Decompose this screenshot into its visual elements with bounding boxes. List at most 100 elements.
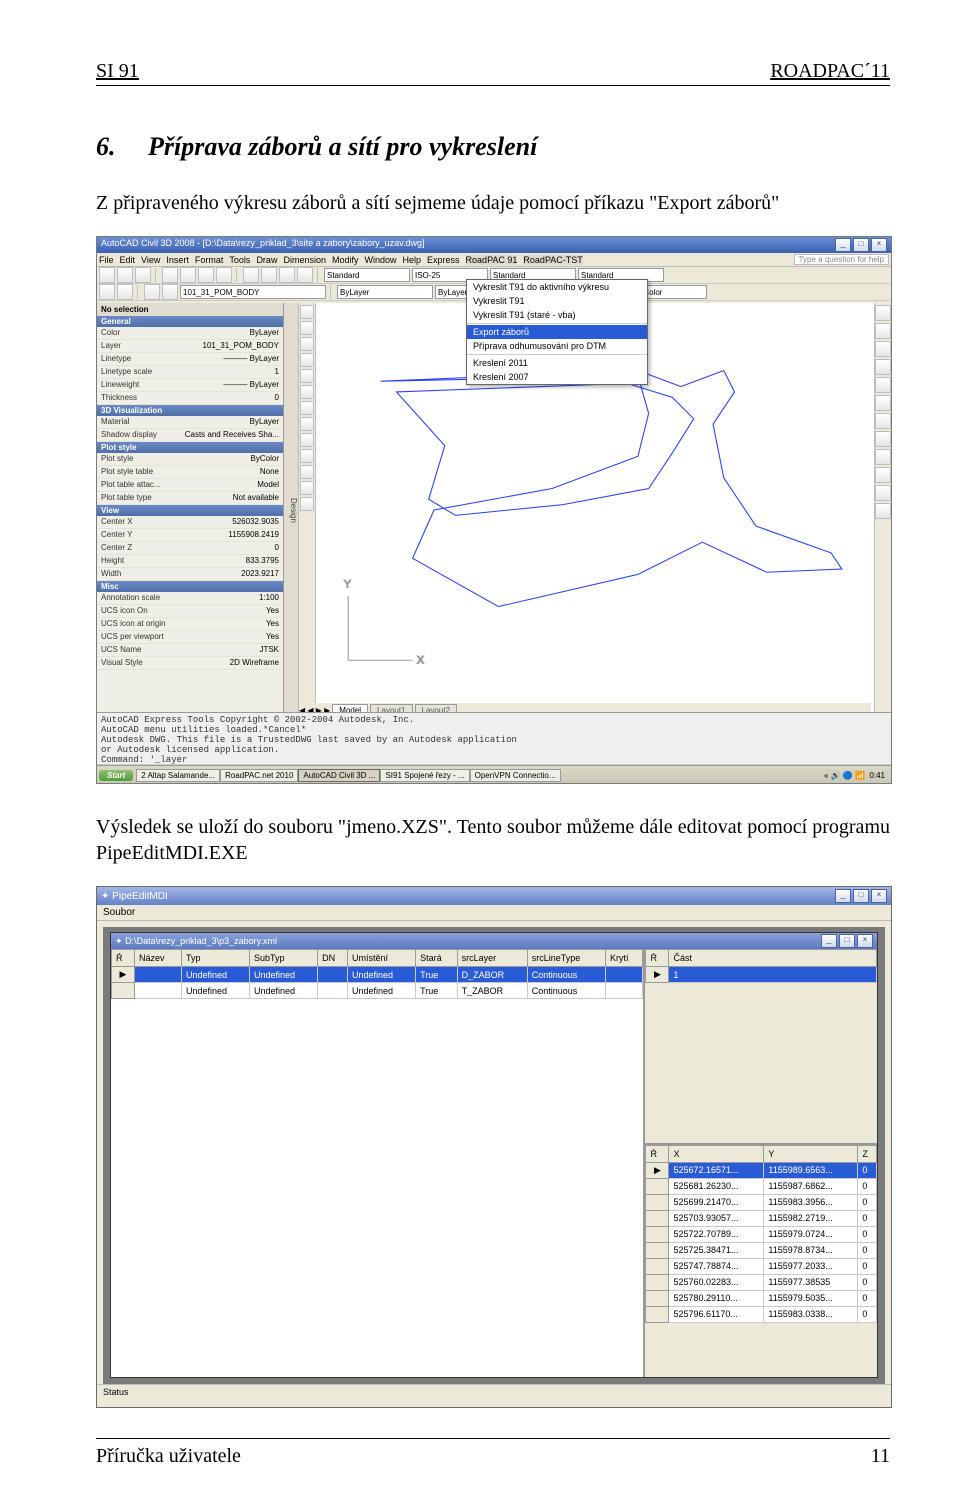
menu-view[interactable]: View: [141, 255, 160, 265]
palette-row[interactable]: Linetype——— ByLayer: [97, 353, 283, 366]
grid-cell[interactable]: Continuous: [527, 983, 605, 999]
grid-cell[interactable]: 1155979.5035...: [764, 1290, 858, 1306]
column-header[interactable]: srcLayer: [457, 950, 527, 967]
grid-cell[interactable]: Undefined: [181, 967, 249, 983]
toolbar-button[interactable]: [117, 284, 133, 300]
grid-cell[interactable]: D_ZABOR: [457, 967, 527, 983]
toolbar-button[interactable]: [162, 284, 178, 300]
toolbar-button[interactable]: [99, 284, 115, 300]
palette-row[interactable]: Visual Style2D Wireframe: [97, 657, 283, 670]
menu-item[interactable]: Export záborů: [467, 325, 647, 339]
grid-cell[interactable]: 525672.16571...: [669, 1162, 764, 1178]
row-handle[interactable]: [646, 1306, 669, 1322]
grid-cell[interactable]: 525780.29110...: [669, 1290, 764, 1306]
toolbar-button[interactable]: [162, 267, 178, 283]
menu-item[interactable]: Příprava odhumusování pro DTM: [467, 339, 647, 353]
column-header[interactable]: Y: [764, 1145, 858, 1162]
grid-cell[interactable]: 525760.02283...: [669, 1274, 764, 1290]
grid-cell[interactable]: 1155989.6563...: [764, 1162, 858, 1178]
menu-dimension[interactable]: Dimension: [283, 255, 326, 265]
palette-row[interactable]: UCS icon at originYes: [97, 618, 283, 631]
grid-parts[interactable]: ŔČást▶1: [645, 949, 877, 1145]
grid-cell[interactable]: Undefined: [348, 967, 416, 983]
grid-cell[interactable]: 0: [858, 1258, 877, 1274]
style-combo[interactable]: Standard: [324, 268, 410, 282]
grid-cell[interactable]: [318, 967, 348, 983]
row-handle[interactable]: [646, 1290, 669, 1306]
menu-item[interactable]: Vykreslit T91: [467, 294, 647, 308]
palette-row[interactable]: Shadow displayCasts and Receives Sha...: [97, 429, 283, 442]
grid-cell[interactable]: 0: [858, 1274, 877, 1290]
layer-combo[interactable]: 101_31_POM_BODY: [180, 285, 326, 299]
toolbar-button[interactable]: [180, 267, 196, 283]
grid-cell[interactable]: [135, 967, 182, 983]
palette-row[interactable]: Linetype scale1: [97, 366, 283, 379]
menu-item[interactable]: Kreslení 2011: [467, 356, 647, 370]
grid-cell[interactable]: 525722.70789...: [669, 1226, 764, 1242]
grid-cell[interactable]: 1155978.8734...: [764, 1242, 858, 1258]
grid-cell[interactable]: 1155987.6862...: [764, 1178, 858, 1194]
palette-row[interactable]: Layer101_31_POM_BODY: [97, 340, 283, 353]
grid-main[interactable]: ŔNázevTypSubTypDNUmístěníStarásrcLayersr…: [111, 949, 645, 1377]
row-handle[interactable]: ▶: [646, 1162, 669, 1178]
explode-icon[interactable]: [875, 503, 891, 519]
palette-section-header[interactable]: 3D Visualization: [97, 405, 283, 416]
windows-taskbar[interactable]: Start 2 Altap Salamande...RoadPAC.net 20…: [97, 765, 891, 784]
grid-cell[interactable]: 1155983.0338...: [764, 1306, 858, 1322]
toolbar-button[interactable]: [297, 267, 313, 283]
block-icon[interactable]: [300, 433, 314, 447]
palette-row[interactable]: Center Z0: [97, 542, 283, 555]
menu-item[interactable]: Vykreslit T91 do aktivního výkresu: [467, 280, 647, 294]
grid-cell[interactable]: 0: [858, 1242, 877, 1258]
row-handle[interactable]: [112, 983, 135, 999]
toolbar-button[interactable]: [279, 267, 295, 283]
menu-bar[interactable]: Soubor: [97, 905, 891, 921]
menu-modify[interactable]: Modify: [332, 255, 359, 265]
palette-row[interactable]: Plot style tableNone: [97, 466, 283, 479]
table-icon[interactable]: [300, 449, 314, 463]
draw-toolbar[interactable]: [299, 303, 316, 717]
column-header[interactable]: X: [669, 1145, 764, 1162]
line-icon[interactable]: [300, 305, 314, 319]
grid-cell[interactable]: [605, 967, 643, 983]
properties-palette[interactable]: No selection GeneralColorByLayerLayer101…: [97, 303, 284, 717]
toolbar-button[interactable]: [216, 267, 232, 283]
palette-row[interactable]: UCS per viewportYes: [97, 631, 283, 644]
grid-cell[interactable]: [605, 983, 643, 999]
arc-icon[interactable]: [300, 353, 314, 367]
grid-cell[interactable]: 525699.21470...: [669, 1194, 764, 1210]
row-handle[interactable]: [646, 1178, 669, 1194]
taskbar-app-button[interactable]: AutoCAD Civil 3D ...: [298, 769, 380, 782]
scale-icon[interactable]: [875, 431, 891, 447]
move-icon[interactable]: [875, 395, 891, 411]
menu-format[interactable]: Format: [195, 255, 224, 265]
text-icon[interactable]: [300, 401, 314, 415]
palette-row[interactable]: Plot table attac...Model: [97, 479, 283, 492]
palette-row[interactable]: Plot table typeNot available: [97, 492, 283, 505]
trim-icon[interactable]: [875, 449, 891, 465]
toolbar-button[interactable]: [243, 267, 259, 283]
grid-cell[interactable]: True: [416, 967, 458, 983]
offset-icon[interactable]: [875, 359, 891, 375]
column-header[interactable]: srcLineType: [527, 950, 605, 967]
toolbar-button[interactable]: [198, 267, 214, 283]
row-handle[interactable]: [646, 1274, 669, 1290]
grid-cell[interactable]: Continuous: [527, 967, 605, 983]
menu-insert[interactable]: Insert: [166, 255, 189, 265]
row-handle[interactable]: ▶: [112, 967, 135, 983]
erase-icon[interactable]: [875, 305, 891, 321]
toolbar-button[interactable]: [261, 267, 277, 283]
row-handle[interactable]: ▶: [646, 967, 669, 983]
menu-help[interactable]: Help: [403, 255, 422, 265]
menu-file[interactable]: File: [99, 255, 114, 265]
grid-cell[interactable]: T_ZABOR: [457, 983, 527, 999]
palette-row[interactable]: UCS NameJTSK: [97, 644, 283, 657]
menu-bar[interactable]: FileEditViewInsertFormatToolsDrawDimensi…: [97, 253, 891, 267]
grid-cell[interactable]: 0: [858, 1162, 877, 1178]
palette-row[interactable]: MaterialByLayer: [97, 416, 283, 429]
hatch-icon[interactable]: [300, 385, 314, 399]
taskbar-app-button[interactable]: OpenVPN Connectio...: [470, 769, 561, 782]
palette-row[interactable]: UCS icon OnYes: [97, 605, 283, 618]
menu-window[interactable]: Window: [365, 255, 397, 265]
toolbar-button[interactable]: [135, 267, 151, 283]
